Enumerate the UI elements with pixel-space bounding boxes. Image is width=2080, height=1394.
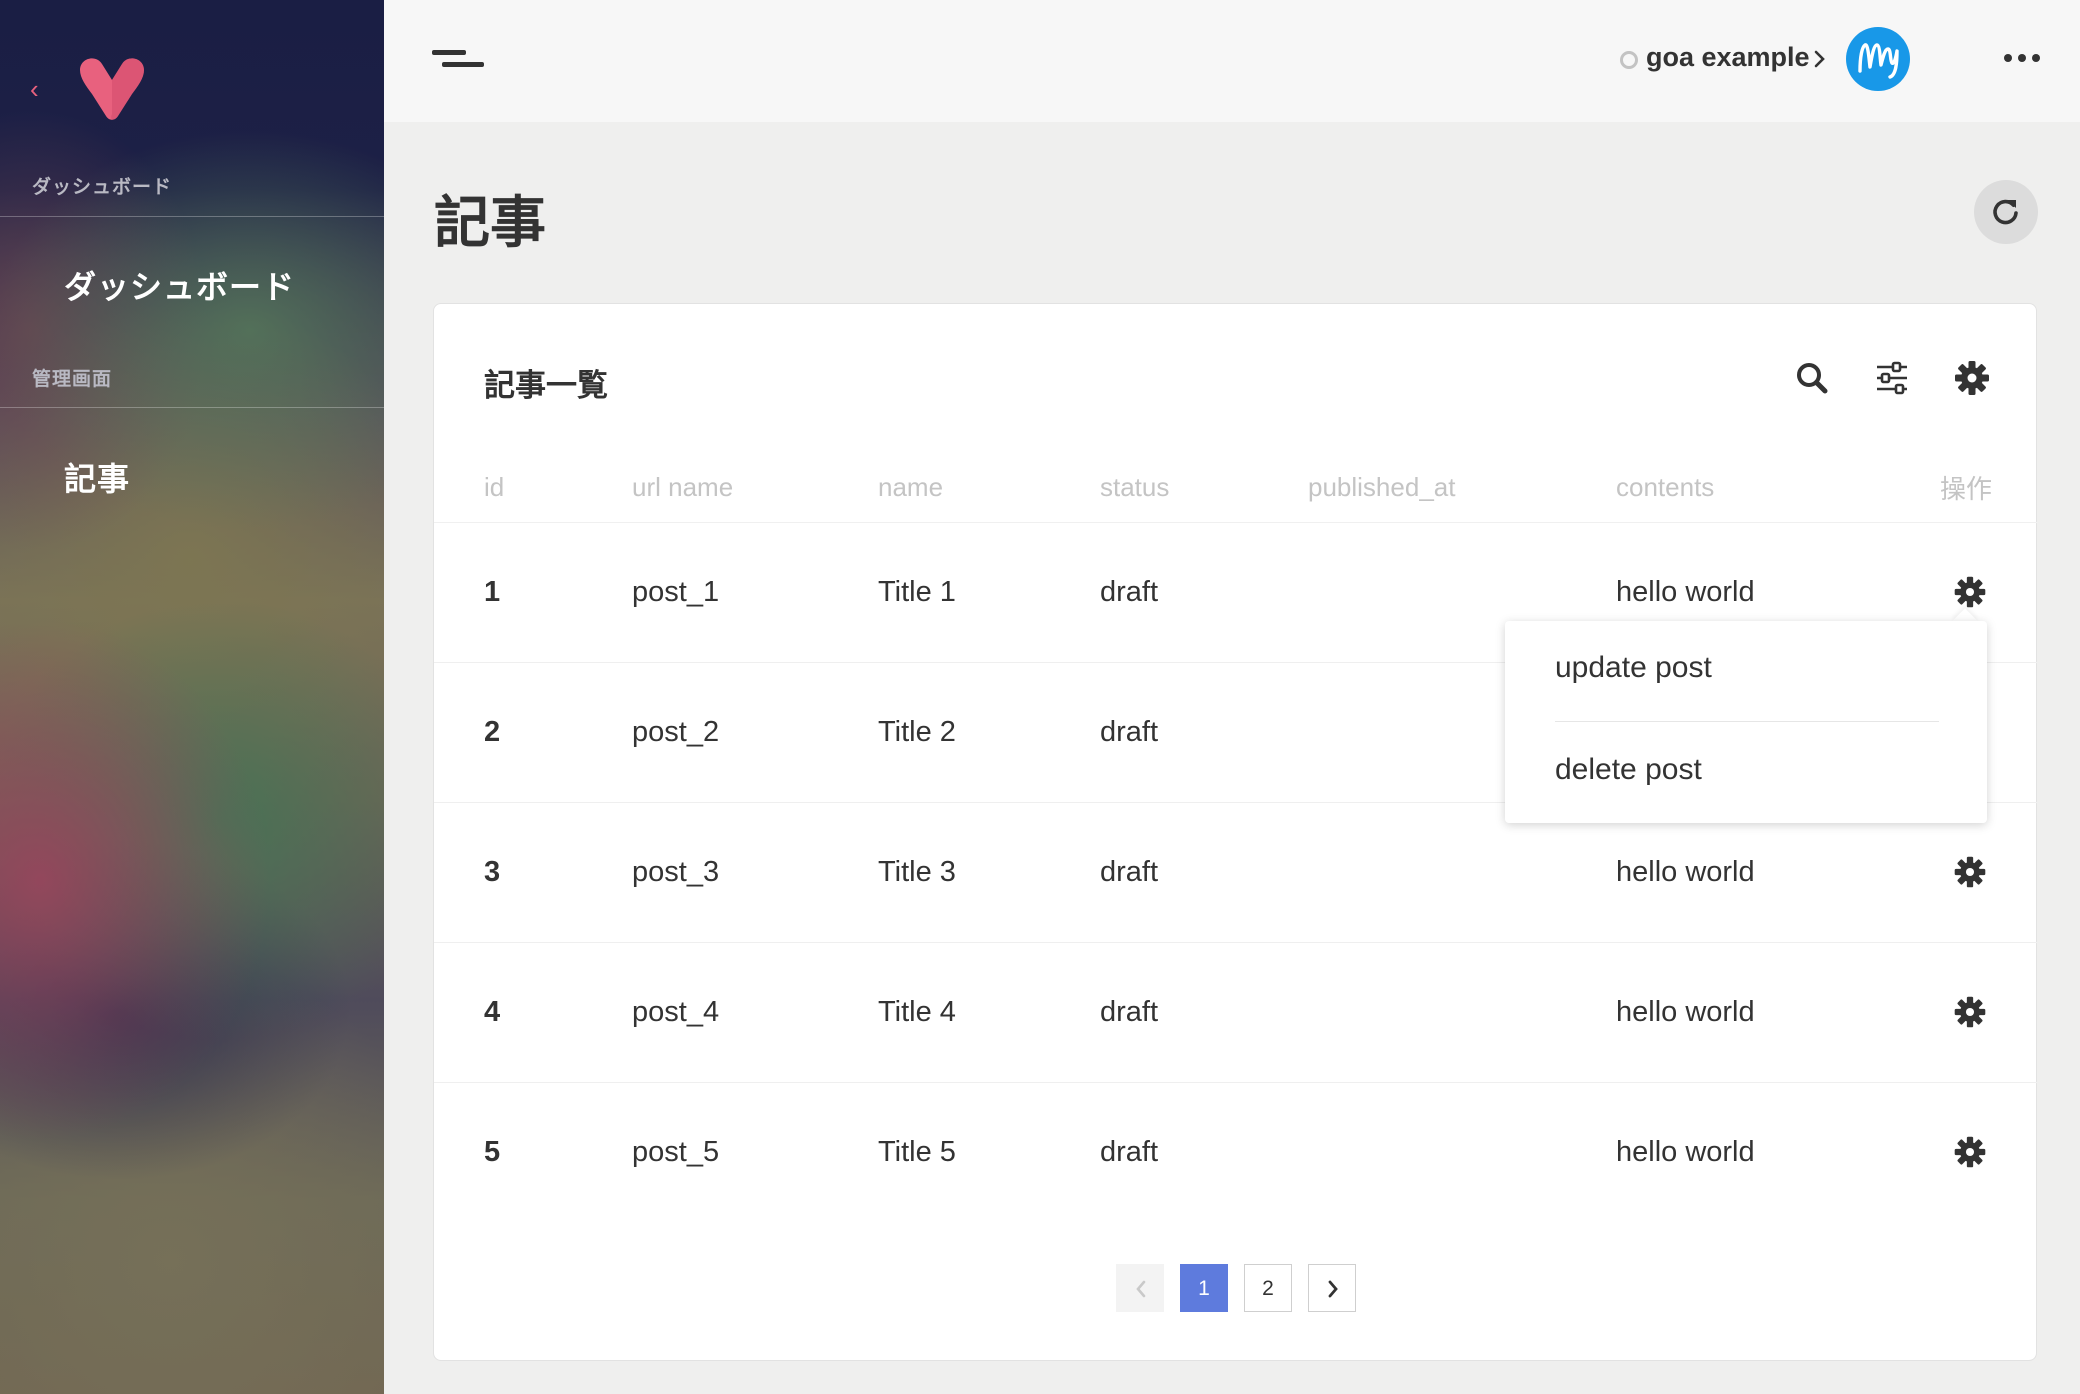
cell-url-name: post_4 — [632, 942, 878, 1083]
sidebar: ‹ ダッシュボード ダッシュボード 管理画面 記事 — [0, 0, 384, 1394]
column-header-name[interactable]: name — [878, 454, 1100, 523]
pagination-prev-button[interactable] — [1116, 1264, 1164, 1312]
filter-sliders-icon[interactable] — [1872, 358, 1912, 398]
sidebar-item-posts[interactable]: 記事 — [64, 454, 130, 500]
cell-contents: hello world — [1616, 942, 1938, 1083]
cell-published-at — [1308, 802, 1616, 943]
app-logo-icon — [80, 58, 144, 120]
cell-actions — [1938, 802, 2038, 943]
cell-status: draft — [1100, 942, 1308, 1083]
row-actions-gear-icon[interactable] — [1952, 574, 1988, 610]
sidebar-heading-dashboard: ダッシュボード — [32, 177, 173, 198]
chevron-right-icon — [1814, 50, 1825, 68]
cell-published-at — [1308, 1082, 1616, 1222]
column-header-published-at[interactable]: published_at — [1308, 454, 1616, 523]
cell-url-name: post_3 — [632, 802, 878, 943]
sidebar-heading-admin: 管理画面 — [32, 369, 113, 390]
cell-name: Title 3 — [878, 802, 1100, 943]
pagination-page-label: 2 — [1262, 1277, 1274, 1300]
cell-name: Title 5 — [878, 1135, 956, 1168]
cell-status: draft — [1100, 802, 1308, 943]
table-row: 4 post_4 Title 4 draft hello world — [434, 942, 2038, 1083]
project-name-link[interactable]: goa example — [1646, 42, 1810, 73]
table-header-row: id url name name status published_at con… — [434, 454, 2038, 523]
row-actions-gear-icon[interactable] — [1952, 1134, 1988, 1170]
collapse-sidebar-icon[interactable]: ‹ — [30, 76, 52, 102]
app-root: ‹ ダッシュボード ダッシュボード 管理画面 記事 goa example 記事… — [0, 0, 2080, 1394]
pagination-page-1[interactable]: 1 — [1180, 1264, 1228, 1312]
cell-contents: hello world — [1616, 1135, 1755, 1168]
column-header-actions: 操作 — [1938, 454, 2038, 523]
pagination-page-2[interactable]: 2 — [1244, 1264, 1292, 1312]
update-post-menu-item[interactable]: update post — [1555, 651, 1712, 685]
cell-url-name: post_1 — [632, 522, 878, 663]
column-header-id[interactable]: id — [434, 454, 632, 523]
cell-status: draft — [1100, 1135, 1159, 1168]
table-row: 5 post_5 Title 5 draft hello world — [434, 1082, 2038, 1222]
pagination-next-button[interactable] — [1308, 1264, 1356, 1312]
sidebar-divider — [0, 216, 384, 217]
row-actions-gear-icon[interactable] — [1952, 994, 1988, 1030]
cell-id: 3 — [434, 802, 632, 943]
sidebar-item-dashboard[interactable]: ダッシュボード — [64, 262, 295, 308]
gear-icon[interactable] — [1952, 358, 1992, 398]
cell-url-name: post_2 — [632, 662, 878, 803]
cell-id: 1 — [434, 522, 632, 663]
cell-name: Title 4 — [878, 942, 1100, 1083]
cell-actions — [1938, 1082, 2038, 1222]
cell-status: draft — [1100, 662, 1308, 803]
cell-id: 4 — [434, 942, 632, 1083]
posts-card: 記事一覧 id url name name status published_a… — [433, 303, 2038, 1361]
posts-table: id url name name status published_at con… — [434, 454, 2038, 1222]
refresh-button[interactable] — [1974, 180, 2038, 244]
cell-status: draft — [1100, 522, 1308, 663]
page-title: 記事 — [434, 191, 546, 254]
cell-published-at — [1308, 942, 1616, 1083]
cell-name: Title 2 — [878, 662, 1100, 803]
status-indicator-icon — [1620, 51, 1638, 69]
avatar[interactable] — [1846, 27, 1910, 91]
card-title: 記事一覧 — [484, 368, 608, 403]
column-header-contents[interactable]: contents — [1616, 454, 1938, 523]
row-actions-dropdown: update post delete post — [1505, 621, 1987, 823]
chevron-left-icon — [1136, 1280, 1146, 1298]
column-header-url-name[interactable]: url name — [632, 454, 878, 523]
cell-contents: hello world — [1616, 802, 1938, 943]
cell-name: Title 1 — [878, 522, 1100, 663]
cell-id: 5 — [484, 1135, 501, 1168]
refresh-icon — [1993, 199, 2018, 225]
delete-post-menu-item[interactable]: delete post — [1555, 753, 1702, 787]
row-actions-gear-icon[interactable] — [1952, 854, 1988, 890]
dropdown-divider — [1555, 721, 1939, 722]
avatar-signature-icon — [1858, 43, 1899, 79]
chevron-right-icon — [1328, 1280, 1338, 1298]
column-header-status[interactable]: status — [1100, 454, 1308, 523]
search-icon[interactable] — [1792, 358, 1832, 398]
menu-toggle-icon[interactable] — [432, 48, 484, 70]
pagination-page-label: 1 — [1198, 1277, 1210, 1300]
cell-id: 2 — [434, 662, 632, 803]
topbar: goa example — [384, 0, 2080, 122]
cell-actions — [1938, 942, 2038, 1083]
table-row: 3 post_3 Title 3 draft hello world — [434, 802, 2038, 943]
more-options-icon[interactable] — [2004, 50, 2042, 66]
cell-url-name: post_5 — [632, 1135, 720, 1168]
sidebar-divider — [0, 407, 384, 408]
